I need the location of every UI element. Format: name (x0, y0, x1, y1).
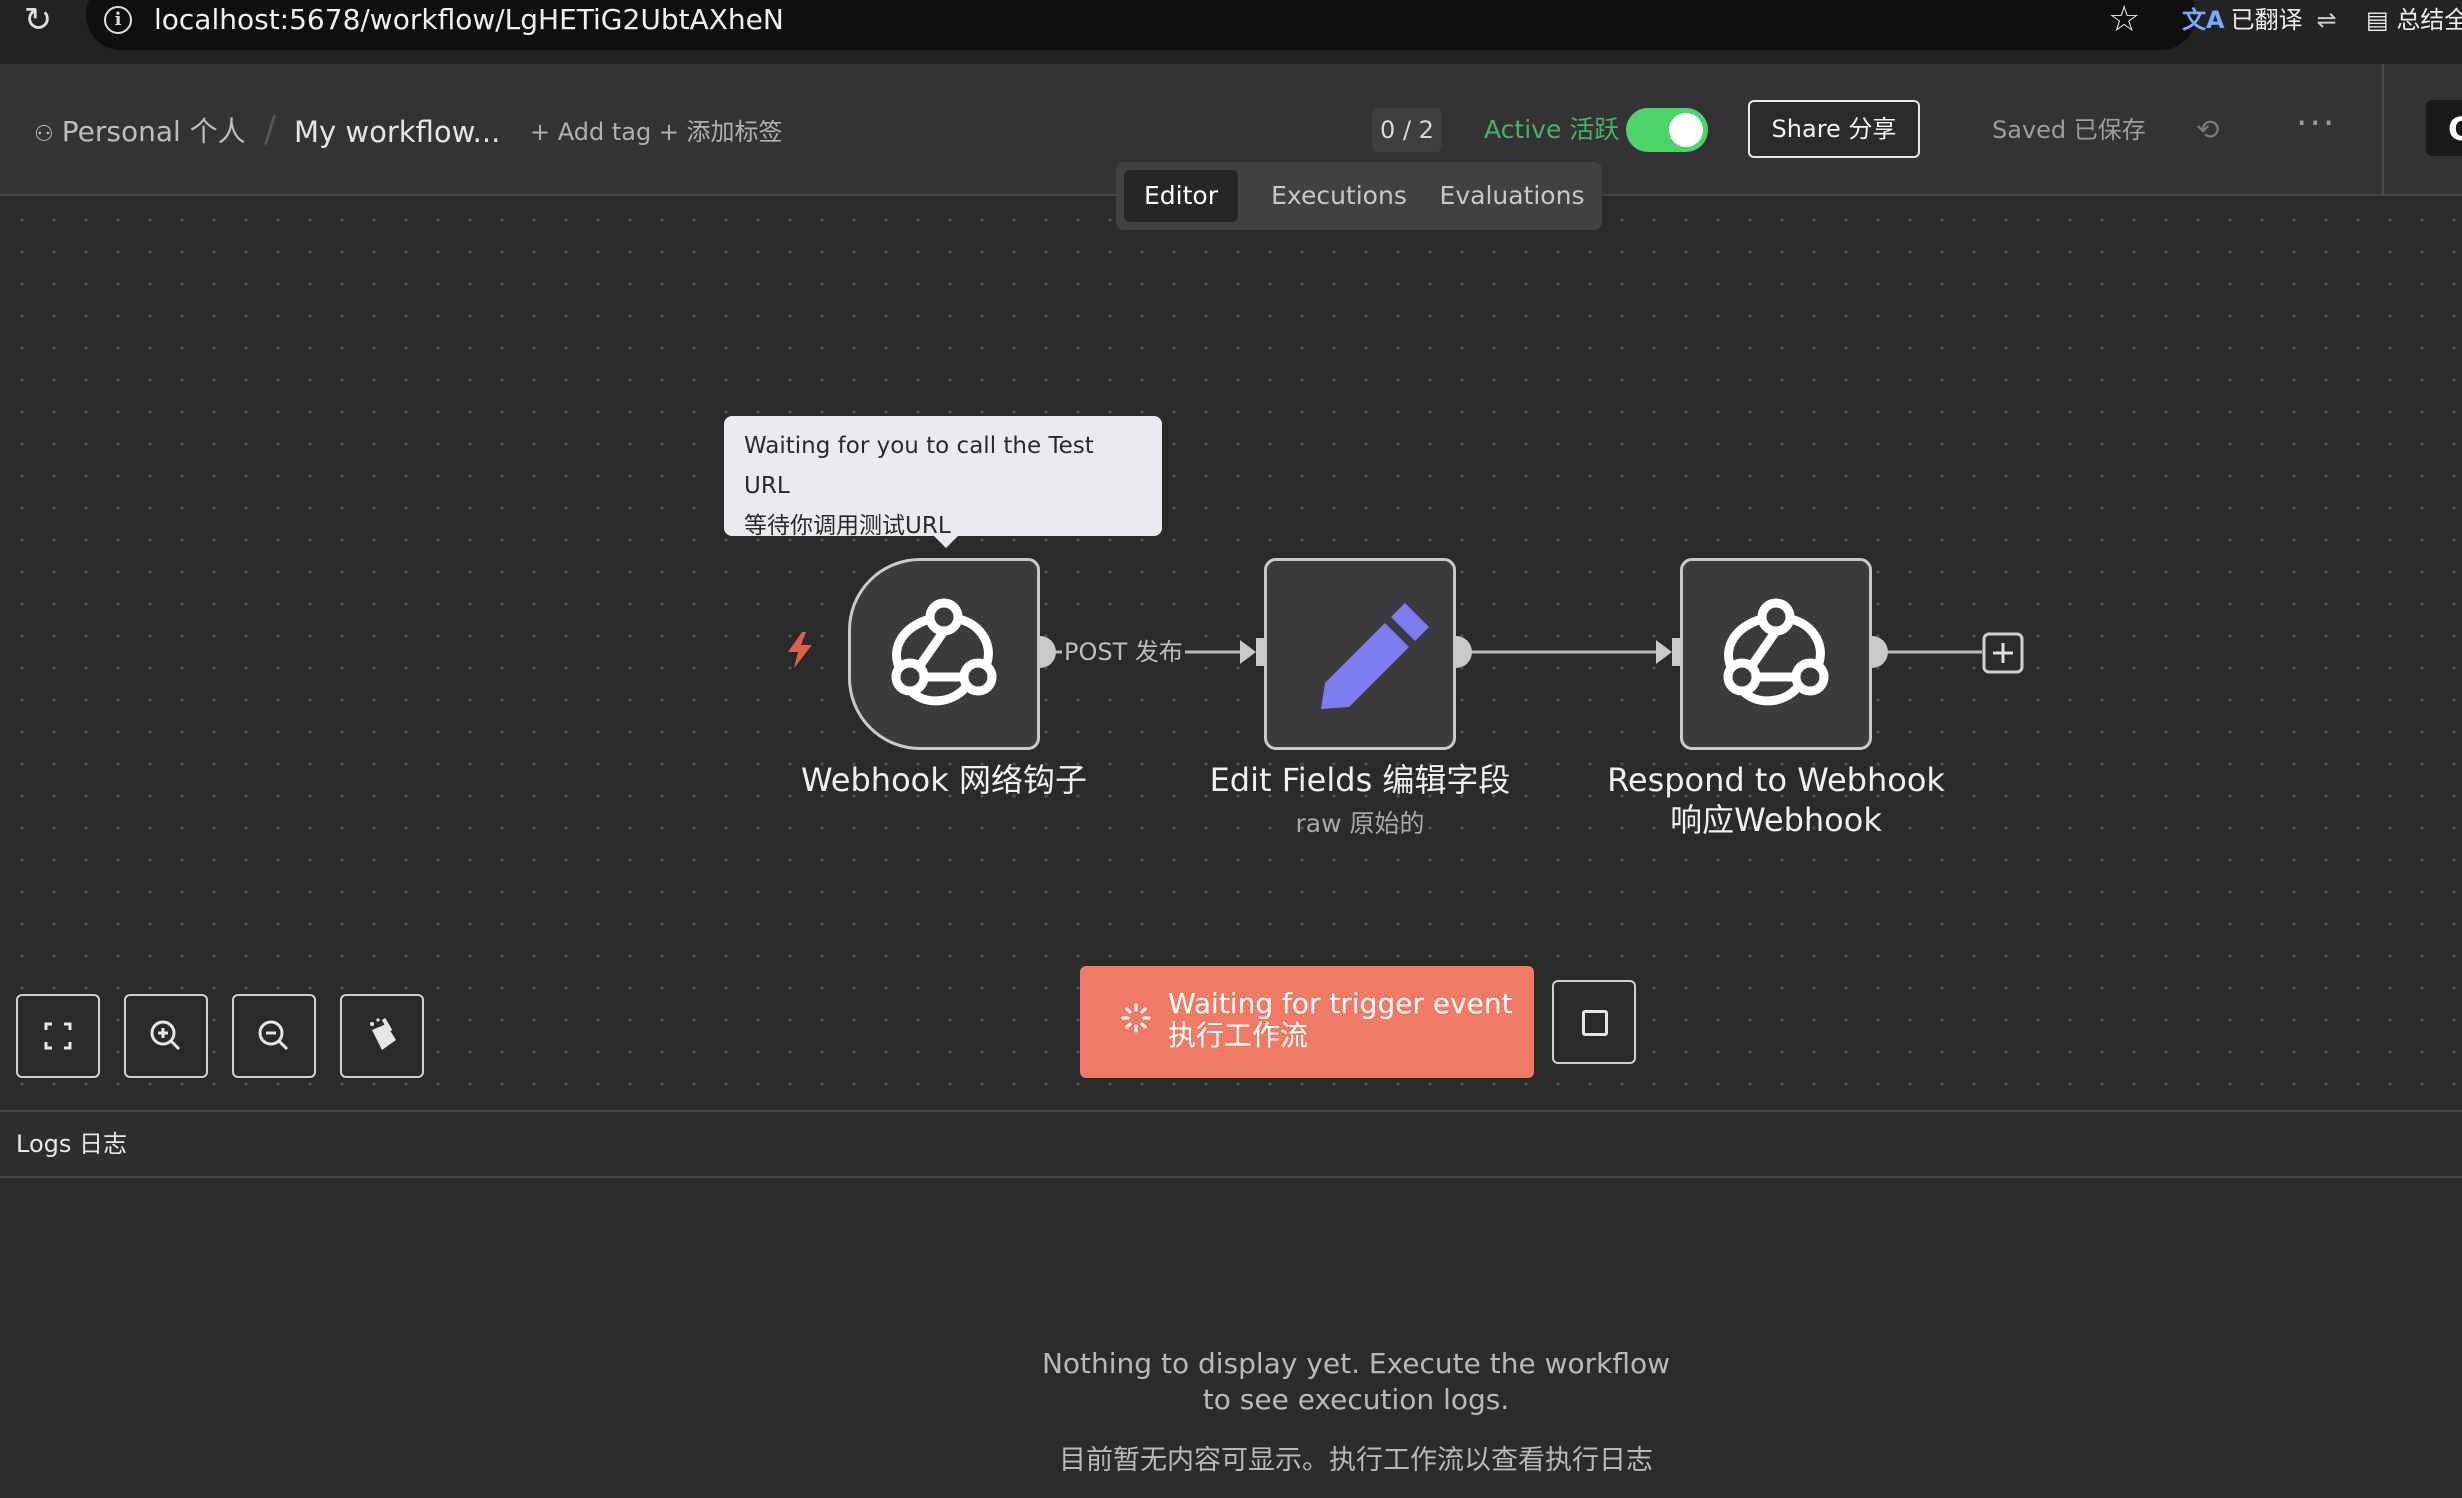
node-respond-label-2: 响应Webhook (1670, 801, 1882, 839)
waiting-tooltip: Waiting for you to call the Test URL 等待你… (724, 416, 1162, 548)
workflow-counter-badge: 0 / 2 (1372, 108, 1442, 152)
header-divider (2382, 64, 2384, 196)
summary-button[interactable]: ▤ 总结全 (2366, 2, 2462, 38)
url-text[interactable]: localhost:5678/workflow/LgHETiG2UbtAXheN (154, 2, 784, 38)
breadcrumb-personal[interactable]: ⚇ Personal 个人 (34, 112, 246, 155)
logs-empty-message-zh: 目前暂无内容可显示。执行工作流以查看执行日志 (1059, 1445, 1653, 1476)
zoom-out-button[interactable] (232, 994, 316, 1078)
node-edit-fields-subtitle: raw 原始的 (1295, 809, 1425, 838)
zoom-out-icon (258, 1020, 289, 1051)
active-toggle[interactable] (1626, 108, 1708, 152)
more-options-icon[interactable]: ··· (2296, 104, 2336, 144)
saved-status: Saved 已保存 (1992, 116, 2146, 144)
toggle-knob (1669, 113, 1703, 147)
active-label: Active 活跃 (1484, 115, 1620, 144)
logs-empty-message-en: Nothing to display yet. Execute the work… (1041, 1347, 1671, 1416)
node-edit-fields-label: Edit Fields 编辑字段 (1209, 761, 1511, 799)
run-button-label-2: 执行工作流 (1168, 1019, 1309, 1052)
webhook-icon (1723, 598, 1829, 706)
edge-label-post: POST 发布 (1062, 634, 1185, 670)
pencil-icon (1321, 603, 1429, 709)
translate-icon: 文A (2182, 6, 2225, 34)
reload-icon[interactable]: ↻ (20, 2, 56, 38)
tooltip-line-1: Waiting for you to call the Test URL (744, 433, 1094, 499)
breadcrumb-separator: / (264, 109, 277, 150)
tab-editor[interactable]: Editor (1124, 170, 1238, 222)
user-icon: ⚇ (34, 122, 54, 147)
tab-evaluations[interactable]: Evaluations (1432, 170, 1592, 222)
document-icon: ▤ (2366, 6, 2397, 34)
view-tabs: Editor Executions Evaluations (1116, 162, 1602, 230)
translate-label: 已翻译 (2230, 6, 2303, 34)
tune-icon[interactable]: ⇌ (2317, 6, 2337, 34)
logs-panel-header[interactable]: Logs 日志 (0, 1110, 2462, 1178)
zoom-in-button[interactable] (124, 994, 208, 1078)
share-button[interactable]: Share 分享 (1748, 100, 1920, 158)
tab-executions[interactable]: Executions (1246, 170, 1432, 222)
tooltip-line-2: 等待你调用测试URL (744, 513, 951, 539)
stop-icon (1582, 1010, 1608, 1036)
breadcrumb-personal-label: Personal 个人 (61, 115, 246, 148)
node-webhook-label: Webhook 网络钩子 (801, 761, 1087, 799)
site-info-icon[interactable]: i (104, 6, 132, 34)
trigger-bolt-icon (788, 632, 812, 668)
stop-button[interactable] (1552, 980, 1636, 1064)
github-icon: G (2448, 110, 2462, 148)
fit-view-button[interactable] (16, 994, 100, 1078)
github-button[interactable]: G (2426, 100, 2462, 156)
workflow-name[interactable]: My workflow... (294, 112, 500, 152)
fullscreen-icon (44, 1022, 72, 1050)
webhook-icon (891, 598, 997, 706)
waiting-trigger-button[interactable]: Waiting for trigger event 执行工作流 (1080, 966, 1534, 1078)
translate-button[interactable]: 文A 已翻译 ⇌ (2182, 2, 2337, 38)
spinner-icon (1121, 1003, 1151, 1033)
history-icon[interactable]: ⟲ (2196, 112, 2219, 148)
add-tag-button[interactable]: + Add tag + 添加标签 (530, 114, 783, 150)
run-button-label-1: Waiting for trigger event (1168, 987, 1513, 1020)
node-edit-fields[interactable] (1264, 558, 1456, 750)
summary-label: 总结全 (2396, 6, 2462, 34)
node-respond-to-webhook[interactable] (1680, 558, 1872, 750)
logs-title: Logs 日志 (16, 1130, 127, 1158)
node-webhook[interactable] (848, 558, 1040, 750)
broom-icon (370, 1017, 396, 1050)
tidy-up-button[interactable] (340, 994, 424, 1078)
zoom-in-icon (150, 1020, 181, 1051)
bookmark-star-icon[interactable]: ☆ (2108, 0, 2140, 40)
node-respond-label-1: Respond to Webhook (1607, 761, 1945, 799)
